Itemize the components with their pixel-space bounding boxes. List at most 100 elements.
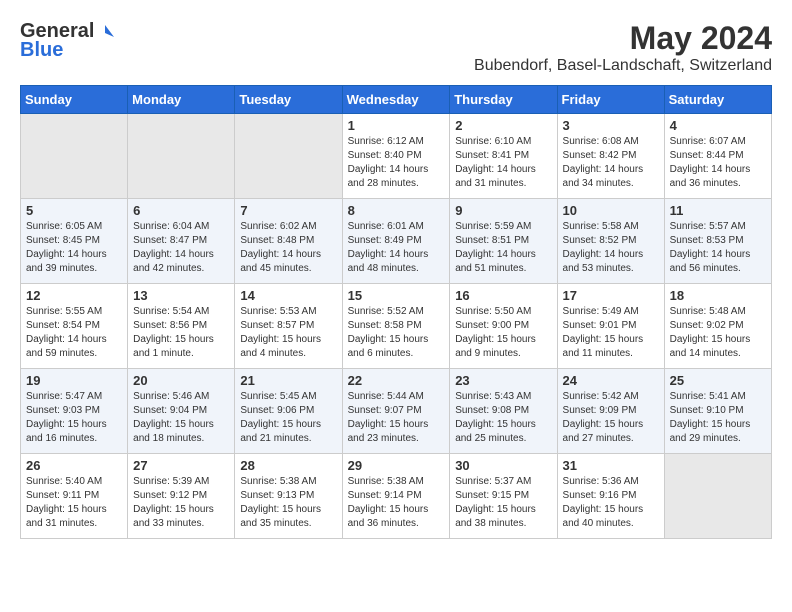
day-info: Sunrise: 5:50 AM Sunset: 9:00 PM Dayligh… [455,305,551,361]
logo: General Blue [20,20,114,62]
day-number: 22 [348,373,445,388]
calendar-day-cell: 12Sunrise: 5:55 AM Sunset: 8:54 PM Dayli… [21,284,128,369]
day-info: Sunrise: 5:53 AM Sunset: 8:57 PM Dayligh… [240,305,336,361]
day-number: 21 [240,373,336,388]
day-info: Sunrise: 5:43 AM Sunset: 9:08 PM Dayligh… [455,390,551,446]
day-number: 7 [240,203,336,218]
calendar-day-cell: 29Sunrise: 5:38 AM Sunset: 9:14 PM Dayli… [342,454,450,539]
day-info: Sunrise: 5:45 AM Sunset: 9:06 PM Dayligh… [240,390,336,446]
calendar-day-cell: 22 Sunrise: 5:44 AM Sunset: 9:07 PM Dayli… [342,369,450,454]
day-number: 27 [133,458,229,473]
day-number: 14 [240,288,336,303]
day-info: Sunrise: 5:52 AM Sunset: 8:58 PM Dayligh… [348,305,445,361]
calendar-week-row: 26 Sunrise: 5:40 AM Sunset: 9:11 PM Dayli… [21,454,772,539]
day-number: 24 [563,373,659,388]
calendar-day-cell: 10Sunrise: 5:58 AM Sunset: 8:52 PM Dayli… [557,199,664,284]
month-title: May 2024 [474,20,772,57]
weekday-header: Thursday [450,86,557,114]
calendar-day-cell [128,114,235,199]
day-info: Sunrise: 6:01 AM Sunset: 8:49 PM Dayligh… [348,220,445,276]
calendar-day-cell [664,454,771,539]
day-info: Sunrise: 6:08 AM Sunset: 8:42 PM Dayligh… [563,135,659,191]
day-number: 19 [26,373,122,388]
day-info: Sunrise: 5:41 AM Sunset: 9:10 PM Dayligh… [670,390,766,446]
calendar-day-cell: 27 Sunrise: 5:39 AM Sunset: 9:12 PM Dayli… [128,454,235,539]
calendar-day-cell: 6Sunrise: 6:04 AM Sunset: 8:47 PM Daylig… [128,199,235,284]
logo-blue-text: Blue [20,39,63,62]
weekday-header: Friday [557,86,664,114]
day-number: 4 [670,118,766,133]
day-number: 6 [133,203,229,218]
day-info: Sunrise: 5:36 AM Sunset: 9:16 PM Dayligh… [563,475,659,531]
calendar-day-cell: 25 Sunrise: 5:41 AM Sunset: 9:10 PM Dayli… [664,369,771,454]
calendar-day-cell: 7 Sunrise: 6:02 AM Sunset: 8:48 PM Daylig… [235,199,342,284]
day-info: Sunrise: 5:46 AM Sunset: 9:04 PM Dayligh… [133,390,229,446]
calendar-day-cell: 23 Sunrise: 5:43 AM Sunset: 9:08 PM Dayli… [450,369,557,454]
day-info: Sunrise: 5:44 AM Sunset: 9:07 PM Dayligh… [348,390,445,446]
day-number: 25 [670,373,766,388]
calendar-day-cell: 2 Sunrise: 6:10 AM Sunset: 8:41 PM Daylig… [450,114,557,199]
calendar-day-cell: 14 Sunrise: 5:53 AM Sunset: 8:57 PM Dayli… [235,284,342,369]
day-info: Sunrise: 5:47 AM Sunset: 9:03 PM Dayligh… [26,390,122,446]
weekday-header: Wednesday [342,86,450,114]
day-number: 16 [455,288,551,303]
calendar-day-cell: 28 Sunrise: 5:38 AM Sunset: 9:13 PM Dayli… [235,454,342,539]
calendar-day-cell: 16 Sunrise: 5:50 AM Sunset: 9:00 PM Dayli… [450,284,557,369]
day-info: Sunrise: 5:38 AM Sunset: 9:13 PM Dayligh… [240,475,336,531]
day-number: 2 [455,118,551,133]
day-info: Sunrise: 6:10 AM Sunset: 8:41 PM Dayligh… [455,135,551,191]
calendar-day-cell: 3Sunrise: 6:08 AM Sunset: 8:42 PM Daylig… [557,114,664,199]
calendar-day-cell: 31 Sunrise: 5:36 AM Sunset: 9:16 PM Dayli… [557,454,664,539]
day-info: Sunrise: 6:02 AM Sunset: 8:48 PM Dayligh… [240,220,336,276]
title-area: May 2024 Bubendorf, Basel-Landschaft, Sw… [474,20,772,75]
day-info: Sunrise: 5:42 AM Sunset: 9:09 PM Dayligh… [563,390,659,446]
day-info: Sunrise: 6:07 AM Sunset: 8:44 PM Dayligh… [670,135,766,191]
day-info: Sunrise: 5:55 AM Sunset: 8:54 PM Dayligh… [26,305,122,361]
day-number: 10 [563,203,659,218]
day-info: Sunrise: 5:59 AM Sunset: 8:51 PM Dayligh… [455,220,551,276]
day-number: 18 [670,288,766,303]
day-number: 29 [348,458,445,473]
day-number: 26 [26,458,122,473]
day-number: 8 [348,203,445,218]
day-number: 5 [26,203,122,218]
calendar-day-cell: 19 Sunrise: 5:47 AM Sunset: 9:03 PM Dayli… [21,369,128,454]
weekday-header: Tuesday [235,86,342,114]
calendar-day-cell: 13Sunrise: 5:54 AM Sunset: 8:56 PM Dayli… [128,284,235,369]
calendar-header-row: SundayMondayTuesdayWednesdayThursdayFrid… [21,86,772,114]
day-info: Sunrise: 5:39 AM Sunset: 9:12 PM Dayligh… [133,475,229,531]
day-number: 17 [563,288,659,303]
calendar-day-cell: 11Sunrise: 5:57 AM Sunset: 8:53 PM Dayli… [664,199,771,284]
day-info: Sunrise: 5:54 AM Sunset: 8:56 PM Dayligh… [133,305,229,361]
calendar-week-row: 12Sunrise: 5:55 AM Sunset: 8:54 PM Dayli… [21,284,772,369]
day-number: 11 [670,203,766,218]
calendar-day-cell [235,114,342,199]
day-number: 20 [133,373,229,388]
day-number: 23 [455,373,551,388]
calendar-day-cell: 15Sunrise: 5:52 AM Sunset: 8:58 PM Dayli… [342,284,450,369]
weekday-header: Saturday [664,86,771,114]
day-number: 30 [455,458,551,473]
page-header: General Blue May 2024 Bubendorf, Basel-L… [20,20,772,75]
calendar-week-row: 5 Sunrise: 6:05 AM Sunset: 8:45 PM Daylig… [21,199,772,284]
weekday-header: Sunday [21,86,128,114]
calendar-day-cell: 5 Sunrise: 6:05 AM Sunset: 8:45 PM Daylig… [21,199,128,284]
day-number: 1 [348,118,445,133]
location-subtitle: Bubendorf, Basel-Landschaft, Switzerland [474,57,772,75]
calendar-day-cell: 1 Sunrise: 6:12 AM Sunset: 8:40 PM Daylig… [342,114,450,199]
weekday-header: Monday [128,86,235,114]
day-number: 31 [563,458,659,473]
calendar-day-cell: 26 Sunrise: 5:40 AM Sunset: 9:11 PM Dayli… [21,454,128,539]
day-number: 9 [455,203,551,218]
day-info: Sunrise: 5:37 AM Sunset: 9:15 PM Dayligh… [455,475,551,531]
day-info: Sunrise: 6:12 AM Sunset: 8:40 PM Dayligh… [348,135,445,191]
calendar-day-cell: 18 Sunrise: 5:48 AM Sunset: 9:02 PM Dayli… [664,284,771,369]
day-number: 28 [240,458,336,473]
calendar-day-cell: 30 Sunrise: 5:37 AM Sunset: 9:15 PM Dayli… [450,454,557,539]
calendar-day-cell: 21 Sunrise: 5:45 AM Sunset: 9:06 PM Dayli… [235,369,342,454]
calendar-day-cell: 9 Sunrise: 5:59 AM Sunset: 8:51 PM Daylig… [450,199,557,284]
day-info: Sunrise: 5:40 AM Sunset: 9:11 PM Dayligh… [26,475,122,531]
calendar-day-cell: 4 Sunrise: 6:07 AM Sunset: 8:44 PM Daylig… [664,114,771,199]
day-info: Sunrise: 5:48 AM Sunset: 9:02 PM Dayligh… [670,305,766,361]
day-info: Sunrise: 6:05 AM Sunset: 8:45 PM Dayligh… [26,220,122,276]
